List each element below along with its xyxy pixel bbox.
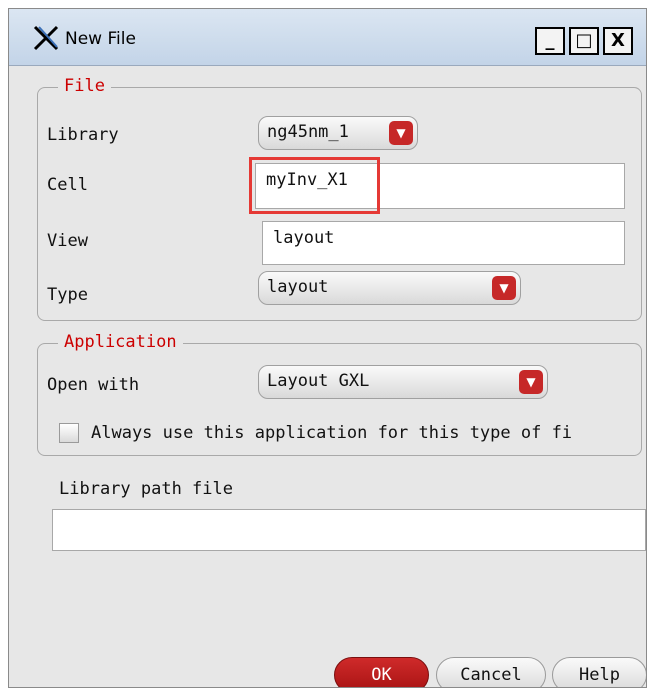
window-title: New File [65,29,136,49]
library-combo[interactable]: ng45nm_1 ▼ [258,116,418,150]
type-value: layout [267,277,329,297]
chevron-down-icon[interactable]: ▼ [519,370,543,394]
help-button[interactable]: Help [552,657,646,687]
always-use-checkbox[interactable] [59,423,79,443]
library-label: Library [47,125,119,145]
file-group-legend: File [58,76,111,96]
library-path-field[interactable] [52,509,646,551]
cancel-button[interactable]: Cancel [436,657,546,687]
maximize-button[interactable]: □ [569,27,599,55]
ok-button[interactable]: OK [334,657,429,687]
application-group-legend: Application [58,332,183,352]
chevron-down-icon[interactable]: ▼ [492,276,516,300]
library-value: ng45nm_1 [267,122,349,142]
title-bar[interactable]: New File _ □ X [9,9,646,66]
type-label: Type [47,285,88,305]
view-label: View [47,231,88,251]
new-file-dialog: New File _ □ X File Library ng45nm_1 ▼ C… [8,8,647,688]
x-cadence-icon [33,25,59,51]
minimize-button[interactable]: _ [535,27,565,55]
view-input[interactable]: layout [262,221,625,265]
open-with-value: Layout GXL [267,371,370,391]
cell-input[interactable]: myInv_X1 [255,163,625,209]
close-button[interactable]: X [603,27,633,55]
always-use-label[interactable]: Always use this application for this typ… [91,423,572,443]
open-with-label: Open with [47,375,140,395]
open-with-combo[interactable]: Layout GXL ▼ [258,365,548,399]
type-combo[interactable]: layout ▼ [258,271,521,305]
cell-label: Cell [47,175,88,195]
chevron-down-icon[interactable]: ▼ [389,121,413,145]
library-path-label: Library path file [59,479,233,499]
